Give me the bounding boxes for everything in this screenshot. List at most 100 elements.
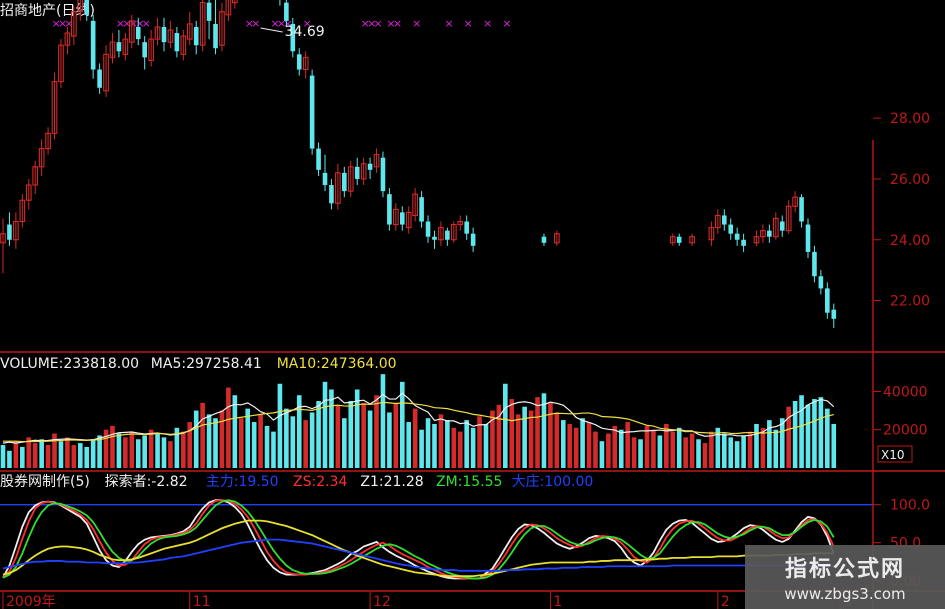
volume-bar (277, 383, 283, 468)
volume-bar (831, 423, 837, 468)
high-label: 34.69 (285, 24, 325, 40)
volume-bar (425, 418, 431, 468)
candle-body (329, 185, 334, 204)
signal-marker: × (464, 17, 473, 30)
volume-bar (792, 400, 798, 468)
volume-bar (245, 408, 251, 468)
indicator-label-3: ZS:2.34 (293, 474, 347, 490)
signal-marker: × (251, 17, 260, 30)
volume-bar (316, 400, 321, 468)
volume-bar (90, 439, 96, 468)
volume-bar (335, 404, 341, 468)
volume-bar (606, 433, 611, 468)
volume-bar (676, 427, 682, 468)
volume-bar (618, 429, 624, 468)
candle-body (309, 75, 315, 149)
volume-bar (226, 387, 231, 468)
volume-bar (593, 431, 598, 468)
volume-bar (129, 431, 135, 468)
candle-body (193, 26, 199, 46)
candle-body (135, 26, 141, 40)
volume-bar (470, 427, 476, 468)
volume-bar (734, 441, 740, 468)
candle-body (380, 157, 386, 192)
volume-bar (393, 402, 399, 468)
candle-body (432, 236, 437, 240)
volume-bar (367, 410, 373, 468)
candle-body (116, 42, 122, 52)
volume-bar (779, 418, 785, 468)
indicator-label-6: 大庄:100.00 (512, 473, 594, 490)
volume-bar (264, 425, 270, 468)
volume-bar (709, 431, 714, 468)
volume-bar (683, 437, 688, 468)
indicator-label-2: 主力:19.50 (206, 474, 279, 490)
candle-body (825, 288, 830, 313)
volume-bar (361, 402, 366, 468)
volume-bar (52, 433, 57, 468)
signal-marker: × (483, 17, 492, 30)
volume-bar (612, 425, 618, 468)
stock-chart: 招商地产(日线)××× ××××× ×× ××× × ××× ×× × × × × ×34.6922.… (0, 0, 945, 609)
candle-body (767, 230, 772, 237)
price-tick-label: 28.00 (890, 111, 930, 127)
x-tick-label: 2 (721, 594, 730, 609)
volume-bar (812, 399, 817, 468)
candle-body (464, 221, 469, 234)
volume-bar (206, 414, 212, 468)
volume-bar (77, 443, 83, 468)
volume-bar (483, 423, 489, 468)
candle-body (161, 26, 167, 43)
volume-bar (754, 423, 759, 468)
volume-bar (13, 441, 19, 468)
volume-bar (342, 418, 347, 468)
candle-body (445, 230, 450, 240)
volume-bar (84, 446, 90, 468)
indicator-label-4: Z1:21.28 (360, 474, 423, 490)
volume-bar (651, 429, 656, 468)
volume-bar (219, 410, 225, 468)
volume-bar (451, 427, 457, 468)
signal-marker: × (502, 17, 511, 30)
volume-bar (45, 445, 51, 468)
candle-body (818, 276, 824, 289)
candle-body (399, 212, 405, 225)
volume-bar (135, 439, 141, 468)
candle-body (721, 215, 727, 225)
signal-marker: × (142, 17, 151, 30)
volume-bar (702, 443, 708, 468)
volume-bar (799, 395, 804, 468)
candle-body (470, 233, 476, 246)
volume-bar (181, 431, 186, 468)
candle-body (676, 236, 682, 243)
volume-bar (0, 445, 6, 468)
volume-bar (438, 414, 444, 468)
volume-bar (232, 395, 238, 468)
volume-bar (515, 414, 521, 468)
signal-marker: × (64, 17, 73, 30)
signal-marker: × (374, 17, 383, 30)
candle-body (90, 20, 96, 70)
volume-bar (528, 410, 534, 468)
candle-body (799, 197, 804, 222)
candle-body (174, 33, 180, 52)
volume-bar (303, 420, 308, 468)
candle-body (354, 166, 360, 179)
volume-bar (747, 431, 753, 468)
volume-bar (412, 408, 418, 468)
volume-bar (406, 422, 412, 468)
volume-bar (760, 427, 766, 468)
volume-bar (548, 402, 553, 468)
watermark-url: www.zbgs3.com (784, 585, 906, 603)
candle-body (316, 148, 321, 170)
volume-bar (387, 412, 392, 468)
signal-marker: × (412, 17, 421, 30)
volume-bar (213, 418, 218, 468)
indicator-label-0: 股券网制作(5) (0, 474, 90, 490)
volume-bar (168, 441, 173, 468)
indicator-label-5: ZM:15.55 (436, 474, 502, 490)
candle-body (541, 236, 547, 243)
volume-bar (477, 416, 482, 468)
volume-bar (567, 423, 573, 468)
volume-bar (290, 416, 296, 468)
